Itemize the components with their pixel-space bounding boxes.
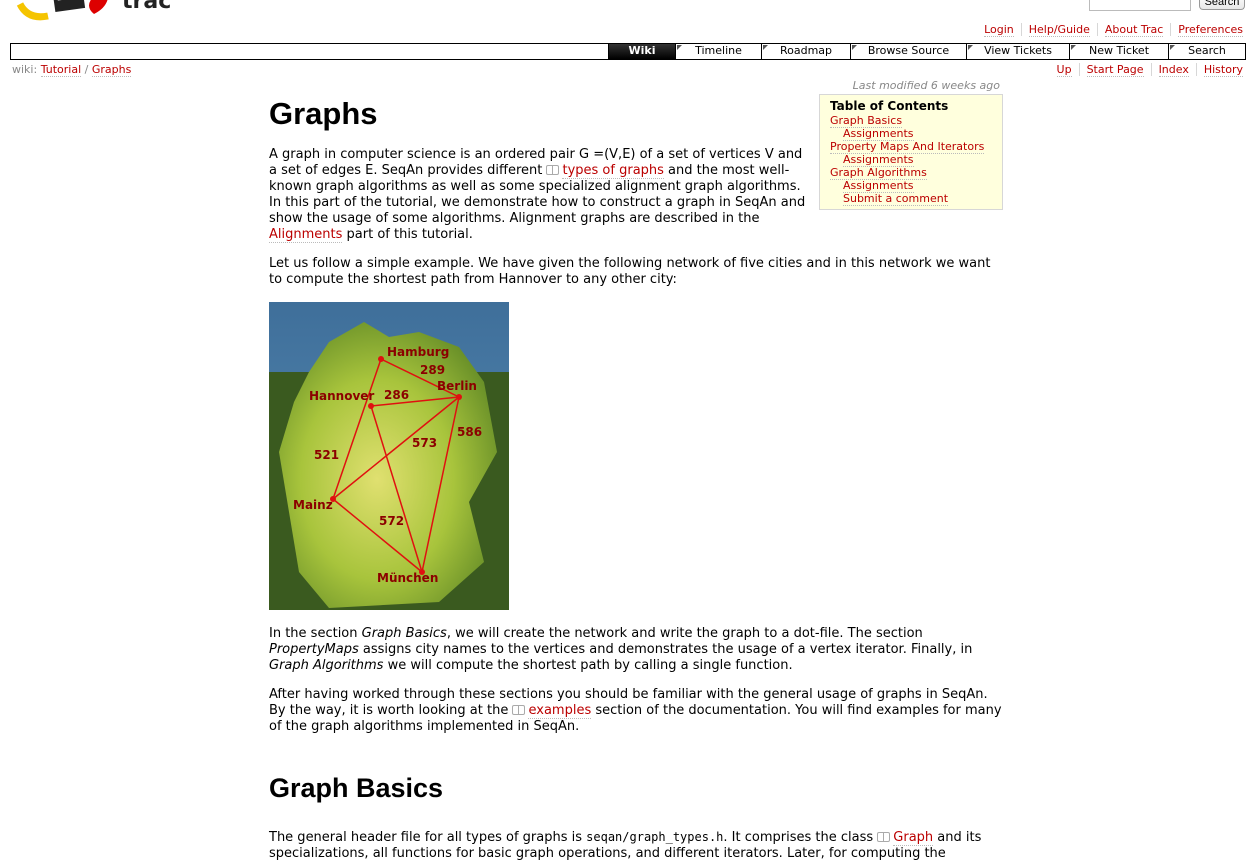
weight-label: 521 <box>314 448 339 462</box>
tab-corner-icon <box>763 45 768 50</box>
preferences-link[interactable]: Preferences <box>1178 23 1243 37</box>
breadcrumb-separator: / <box>84 63 89 76</box>
examples-link[interactable]: examples <box>528 703 592 719</box>
last-modified: Last modified 6 weeks ago <box>852 79 1000 92</box>
about-trac-link[interactable]: About Trac <box>1104 23 1164 37</box>
tab-corner-icon <box>968 45 973 50</box>
book-icon <box>512 705 526 715</box>
germany-network-map: Hamburg Berlin Hannover Mainz München 28… <box>269 302 509 610</box>
tab-view-tickets[interactable]: View Tickets <box>966 44 1069 59</box>
types-of-graphs-link[interactable]: types of graphs <box>562 163 664 179</box>
history-link[interactable]: History <box>1203 63 1243 77</box>
tab-wiki[interactable]: Wiki <box>608 44 675 59</box>
graph-basics-paragraph: The general header file for all types of… <box>269 830 982 861</box>
tab-corner-icon <box>1071 45 1076 50</box>
search-button[interactable]: Search <box>1199 0 1245 10</box>
tab-search[interactable]: Search <box>1168 44 1245 59</box>
section-heading-graph-basics: Graph Basics <box>269 773 444 803</box>
main-navigation: Wiki Timeline Roadmap Browse Source View… <box>10 43 1246 60</box>
example-paragraph: Let us follow a simple example. We have … <box>269 256 991 287</box>
breadcrumb-tutorial-link[interactable]: Tutorial <box>40 63 82 77</box>
start-page-link[interactable]: Start Page <box>1086 63 1144 77</box>
tab-new-ticket[interactable]: New Ticket <box>1069 44 1168 59</box>
city-hannover: Hannover <box>309 389 374 403</box>
up-link[interactable]: Up <box>1056 63 1072 77</box>
index-link[interactable]: Index <box>1158 63 1189 77</box>
city-hamburg: Hamburg <box>387 345 449 359</box>
intro-paragraph: A graph in computer science is an ordere… <box>269 147 806 243</box>
sections-paragraph: In the section Graph Basics, we will cre… <box>269 626 973 673</box>
svg-text:trac: trac <box>122 0 171 14</box>
breadcrumb-prefix: wiki: <box>12 63 38 76</box>
page-title: Graphs <box>269 96 378 131</box>
tab-corner-icon <box>852 45 857 50</box>
book-icon <box>546 165 560 175</box>
graph-class-link[interactable]: Graph <box>893 830 934 846</box>
tab-browse-source[interactable]: Browse Source <box>850 44 966 59</box>
tab-roadmap[interactable]: Roadmap <box>761 44 850 59</box>
alignments-link[interactable]: Alignments <box>269 227 343 243</box>
city-mainz: Mainz <box>293 498 333 512</box>
login-link[interactable]: Login <box>984 23 1014 37</box>
weight-label: 586 <box>457 425 482 439</box>
logo-mark-icon: trac <box>16 0 171 21</box>
meta-navigation: Login Help/Guide About Trac Preferences <box>977 23 1243 37</box>
weight-label: 573 <box>412 436 437 450</box>
breadcrumb: wiki: Tutorial / Graphs <box>12 63 132 77</box>
weight-label: 289 <box>420 363 445 377</box>
tab-corner-icon <box>677 45 682 50</box>
weight-label: 572 <box>379 514 404 528</box>
city-munchen: München <box>377 571 438 585</box>
weight-label: 286 <box>384 388 409 402</box>
tab-corner-icon <box>1170 45 1175 50</box>
tab-timeline[interactable]: Timeline <box>675 44 761 59</box>
book-icon <box>877 832 891 842</box>
closing-paragraph: After having worked through these sectio… <box>269 687 1002 734</box>
help-guide-link[interactable]: Help/Guide <box>1028 23 1090 37</box>
trac-logo[interactable]: trac <box>14 0 234 22</box>
city-berlin: Berlin <box>437 379 477 393</box>
search-input[interactable] <box>1089 0 1191 11</box>
context-navigation: Up Start Page Index History <box>1050 63 1243 77</box>
breadcrumb-graphs-link[interactable]: Graphs <box>91 63 132 77</box>
